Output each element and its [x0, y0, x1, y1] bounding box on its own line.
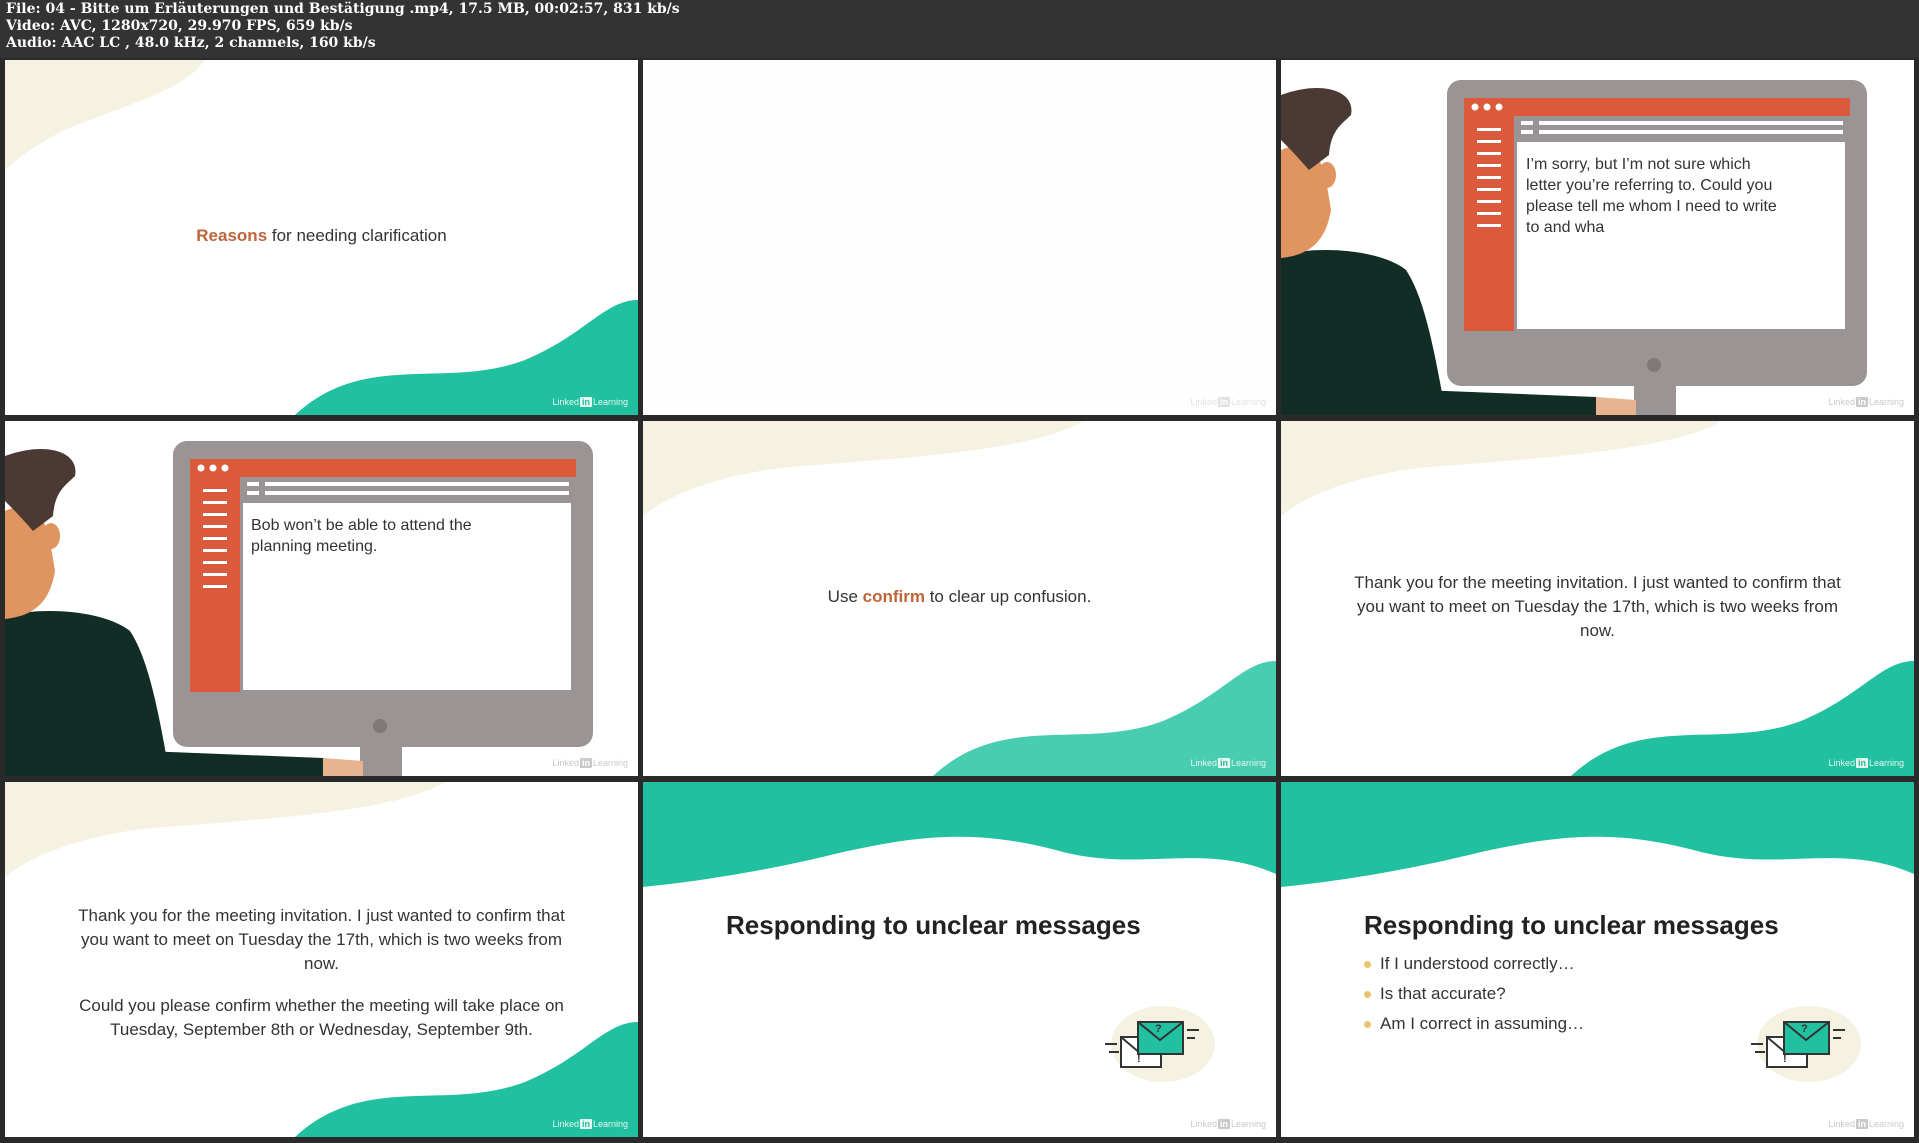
accent-word: Reasons: [196, 226, 268, 245]
thumbnail-6[interactable]: Thank you for the meeting invitation. I …: [1281, 421, 1914, 776]
linkedin-learning-logo: Linked in Learning: [552, 758, 628, 768]
bullet-list: If I understood correctly… Is that accur…: [1362, 949, 1584, 1039]
file-info-line-file: File: 04 - Bitte um Erläuterungen und Be…: [6, 1, 680, 17]
accent-word: confirm: [862, 587, 925, 606]
linkedin-learning-logo: Linked in Learning: [1828, 758, 1904, 768]
slide-caption: Use confirm to clear up confusion.: [827, 587, 1092, 606]
slide-background: [643, 60, 1276, 415]
linkedin-learning-logo: Linked in Learning: [552, 397, 628, 407]
linkedin-learning-logo: Linked in Learning: [1828, 1119, 1904, 1129]
thumbnail-5[interactable]: Use confirm to clear up confusion. Linke…: [643, 421, 1276, 776]
linkedin-learning-logo: Linked in Learning: [1190, 758, 1266, 768]
slide-caption: Reasons for needing clarification: [5, 224, 638, 248]
slide-title: Responding to unclear messages: [726, 910, 1141, 940]
thumbnail-7[interactable]: Thank you for the meeting invitation. I …: [5, 782, 638, 1137]
screen-message: I’m sorry, but I’m not sure which letter…: [1526, 156, 1777, 236]
linkedin-learning-logo: Linked in Learning: [1190, 397, 1266, 407]
envelope-icon: ? !: [1751, 1006, 1861, 1082]
slide-caption: Thank you for the meeting invitation. I …: [65, 904, 578, 1060]
bullet-item: If I understood correctly…: [1362, 949, 1584, 979]
thumbnail-8[interactable]: ? ! Responding to unclear messages Linke…: [643, 782, 1276, 1137]
file-info-line-audio: Audio: AAC LC , 48.0 kHz, 2 channels, 16…: [6, 35, 376, 51]
file-info-line-video: Video: AVC, 1280x720, 29.970 FPS, 659 kb…: [6, 18, 353, 34]
linkedin-learning-logo: Linked in Learning: [1828, 397, 1904, 407]
screen-message: Bob won’t be able to attend the planning…: [251, 517, 472, 555]
slide-background: ? !: [643, 782, 1276, 1082]
paragraph-2: Could you please confirm whether the mee…: [79, 996, 564, 1039]
slide-caption: Thank you for the meeting invitation. I …: [1354, 573, 1841, 640]
svg-text:!: !: [1137, 1053, 1141, 1065]
bullet-item: Is that accurate?: [1362, 979, 1584, 1009]
file-info-header: File: 04 - Bitte um Erläuterungen und Be…: [0, 0, 1919, 58]
linkedin-learning-logo: Linked in Learning: [552, 1119, 628, 1129]
thumbnail-9[interactable]: ? ! Responding to unclear messages If I …: [1281, 782, 1914, 1137]
paragraph-1: Thank you for the meeting invitation. I …: [78, 906, 565, 973]
slide-title: Responding to unclear messages: [1364, 910, 1779, 940]
thumbnail-1[interactable]: Reasons for needing clarification Linked…: [5, 60, 638, 415]
monitor-illustration: [5, 441, 593, 776]
svg-text:!: !: [1783, 1053, 1787, 1065]
svg-text:?: ?: [1801, 1023, 1808, 1035]
thumbnail-3[interactable]: I’m sorry, but I’m not sure which letter…: [1281, 60, 1914, 415]
envelope-icon: ? !: [1105, 1006, 1215, 1082]
svg-text:?: ?: [1155, 1023, 1162, 1035]
thumbnail-2[interactable]: Linked in Learning: [643, 60, 1276, 415]
thumbnail-4[interactable]: Bob won’t be able to attend the planning…: [5, 421, 638, 776]
linkedin-learning-logo: Linked in Learning: [1190, 1119, 1266, 1129]
caption-text: for needing clarification: [267, 226, 447, 245]
bullet-item: Am I correct in assuming…: [1362, 1009, 1584, 1039]
